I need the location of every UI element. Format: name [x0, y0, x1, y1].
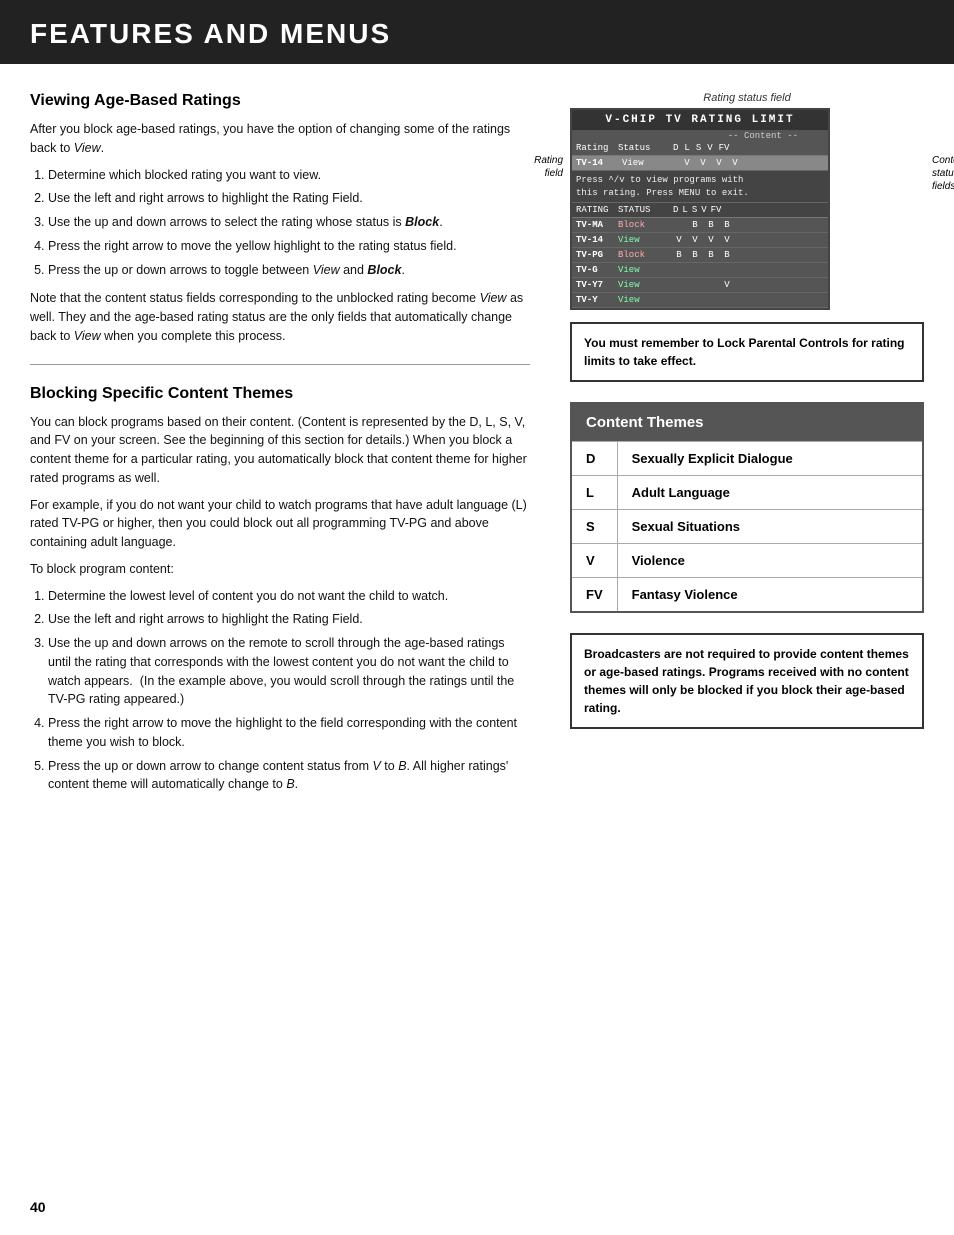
- left-column: Viewing Age-Based Ratings After you bloc…: [30, 92, 560, 804]
- rating-status-label: Rating status field: [570, 92, 924, 104]
- right-column: Rating status field Ratingfield Contents…: [560, 92, 924, 804]
- content-theme-label-s: Sexual Situations: [617, 510, 923, 544]
- content-theme-label-v: Violence: [617, 544, 923, 578]
- vchip-block: V-CHIP TV RATING LIMIT -- Content -- Rat…: [570, 108, 830, 310]
- section1-step-5: Press the up or down arrows to toggle be…: [48, 261, 530, 280]
- content-theme-code-v: V: [571, 544, 617, 578]
- section1-intro: After you block age-based ratings, you h…: [30, 120, 530, 158]
- section-divider: [30, 364, 530, 365]
- section2-para3: To block program content:: [30, 560, 530, 579]
- content-status-label: Contentstatusfields.: [932, 154, 954, 193]
- section2-step-3: Use the up and down arrows on the remote…: [48, 634, 530, 709]
- content-theme-row-fv: FV Fantasy Violence: [571, 578, 923, 613]
- vchip-row-tv14: TV-14 View V V V V: [572, 233, 828, 248]
- content-theme-row-s: S Sexual Situations: [571, 510, 923, 544]
- vchip-note-row: Press ^/v to view programs withthis rati…: [572, 171, 828, 202]
- section1-steps: Determine which blocked rating you want …: [30, 166, 530, 280]
- section2-step-1: Determine the lowest level of content yo…: [48, 587, 530, 606]
- page-number: 40: [30, 1199, 46, 1215]
- content-theme-label-fv: Fantasy Violence: [617, 578, 923, 613]
- section1-title: Viewing Age-Based Ratings: [30, 92, 530, 110]
- page-header: Features and Menus: [0, 0, 954, 64]
- section1-step-1: Determine which blocked rating you want …: [48, 166, 530, 185]
- content-theme-row-l: L Adult Language: [571, 476, 923, 510]
- content-theme-row-v: V Violence: [571, 544, 923, 578]
- section2-title: Blocking Specific Content Themes: [30, 385, 530, 403]
- content-theme-row-d: D Sexually Explicit Dialogue: [571, 442, 923, 476]
- notice-box-1: You must remember to Lock Parental Contr…: [570, 322, 924, 382]
- vchip-row-tvpg: TV-PG Block B B B B: [572, 248, 828, 263]
- vchip-diagram-wrapper: Ratingfield Contentstatusfields. V-CHIP …: [570, 108, 924, 310]
- page-title: Features and Menus: [30, 18, 924, 50]
- content-theme-label-l: Adult Language: [617, 476, 923, 510]
- main-content: Viewing Age-Based Ratings After you bloc…: [0, 92, 954, 804]
- section2-step-4: Press the right arrow to move the highli…: [48, 714, 530, 752]
- section1-note: Note that the content status fields corr…: [30, 289, 530, 345]
- vchip-row-tvy: TV-Y View: [572, 293, 828, 308]
- vchip-highlighted-row: TV-14 View V V V V: [572, 156, 828, 171]
- vchip-title-bar: V-CHIP TV RATING LIMIT: [572, 110, 828, 130]
- content-theme-label-d: Sexually Explicit Dialogue: [617, 442, 923, 476]
- vchip-col-headers: Rating Status D L S V FV: [572, 141, 828, 156]
- vchip-row-tvma: TV-MA Block B B B: [572, 218, 828, 233]
- rating-field-label: Ratingfield: [495, 154, 563, 180]
- vchip-row-tvg: TV-G View: [572, 263, 828, 278]
- content-themes-header-row: Content Themes: [571, 403, 923, 442]
- vchip-sub-col-headers: RATING STATUS D L S V FV: [572, 202, 828, 218]
- content-theme-code-s: S: [571, 510, 617, 544]
- content-themes-title: Content Themes: [571, 403, 923, 442]
- notice-box-2: Broadcasters are not required to provide…: [570, 633, 924, 729]
- section1-step-2: Use the left and right arrows to highlig…: [48, 189, 530, 208]
- section2-para2: For example, if you do not want your chi…: [30, 496, 530, 552]
- vchip-row-tvy7: TV-Y7 View V: [572, 278, 828, 293]
- section1-step-4: Press the right arrow to move the yellow…: [48, 237, 530, 256]
- section2-step-2: Use the left and right arrows to highlig…: [48, 610, 530, 629]
- content-theme-code-fv: FV: [571, 578, 617, 613]
- content-theme-code-d: D: [571, 442, 617, 476]
- section2-step-5: Press the up or down arrow to change con…: [48, 757, 530, 795]
- section2-para1: You can block programs based on their co…: [30, 413, 530, 488]
- section2-steps: Determine the lowest level of content yo…: [30, 587, 530, 795]
- content-theme-code-l: L: [571, 476, 617, 510]
- section1-step-3: Use the up and down arrows to select the…: [48, 213, 530, 232]
- content-themes-table: Content Themes D Sexually Explicit Dialo…: [570, 402, 924, 613]
